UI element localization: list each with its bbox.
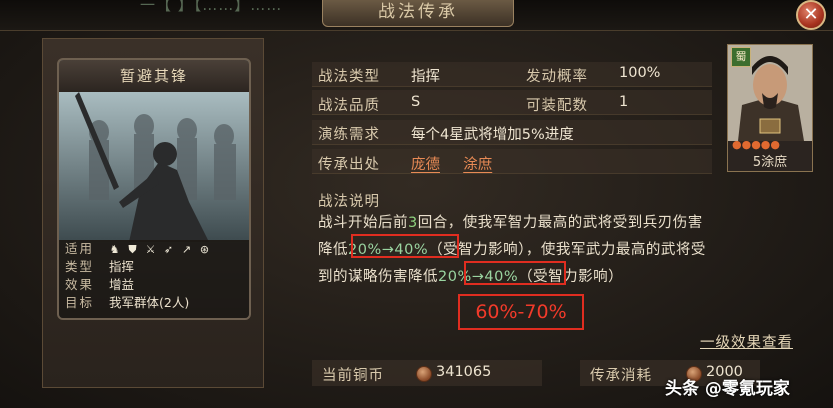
stat-value: 指挥 [109,259,135,274]
highlight-box-1 [351,234,459,258]
description-title: 战法说明 [318,194,380,210]
stat-row-effect: 效果 增益 [59,276,249,294]
copper-label: 当前铜币 [322,368,384,384]
close-icon: ✕ [803,4,819,25]
stat-key: 目标 [65,295,95,310]
trigger-rate-label: 发动概率 [526,69,588,85]
infantry-icon: ⚔ [145,242,156,256]
stat-row-type: 类型 指挥 [59,258,249,276]
skill-card-art [59,92,249,242]
description-line-1: 战斗开始后前3回合，使我军智力最高的武将受到兵刃伤害 [318,215,703,231]
stat-row-target: 目标 我军群体(2人) [59,294,249,312]
spear-icon: ↗ [181,242,192,256]
skill-quality-label: 战法品质 [318,98,380,114]
general-star-rating: ●●●●● [732,138,780,151]
top-obscured-text: 一【 】【……】…… [140,0,283,14]
shield-icon: ⛊ [128,242,137,256]
stat-value: 增益 [109,277,135,292]
siege-icon: ⊛ [199,242,210,256]
close-button[interactable]: ✕ [796,0,826,30]
bow-icon: ➶ [163,242,174,256]
stat-value: 我军群体(2人) [109,295,190,310]
copper-coin-icon [416,366,432,382]
stat-key: 类型 [65,259,95,274]
drill-requirement-label: 演练需求 [318,127,380,143]
copper-value: 341065 [436,364,492,380]
watermark: 头条 @零氪玩家 [665,379,790,399]
stat-key: 效果 [65,277,95,292]
stat-row-troops: 适用 ♞ ⛊ ⚔ ➶ ↗ ⊛ [59,240,249,258]
faction-badge: 蜀 [731,47,751,67]
annotation-note: 60%-70% [458,294,584,330]
general-portrait[interactable]: 蜀 ●●●●● 5涂庶 [727,44,813,172]
level1-effect-link[interactable]: 一级效果查看 [700,331,793,352]
troop-type-icons: ♞ ⛊ ⚔ ➶ ↗ ⊛ [109,240,210,258]
equip-slots-value: 1 [619,94,629,110]
skill-card-stats: 适用 ♞ ⛊ ⚔ ➶ ↗ ⊛ 类型 指挥 效果 增益 目标 我军群体(2人) [59,240,249,318]
inherit-source-label: 传承出处 [318,157,380,173]
source-link-tushu[interactable]: 涂庶 [463,157,492,173]
skill-type-value: 指挥 [411,69,440,85]
skill-card: 暂避其锋 适用 ♞ ⛊ ⚔ ➶ ↗ ⊛ 类型 指挥 效果 增益 目标 我军群体(… [57,58,251,320]
equip-slots-label: 可装配数 [526,98,588,114]
inherit-sources: 庞德 涂庶 [411,153,492,174]
stat-key: 适用 [65,241,95,256]
skill-type-label: 战法类型 [318,69,380,85]
trigger-rate-value: 100% [619,65,661,81]
cost-label: 传承消耗 [590,368,652,384]
skill-quality-value: S [411,94,421,110]
drill-requirement-value: 每个4星武将增加5%进度 [411,127,574,143]
source-link-pangde[interactable]: 庞德 [411,157,440,173]
window-title: 战法传承 [322,0,514,27]
general-name: 5涂庶 [752,155,788,170]
cavalry-icon: ♞ [109,242,120,256]
skill-card-name: 暂避其锋 [59,60,249,93]
highlight-box-2 [464,261,566,285]
